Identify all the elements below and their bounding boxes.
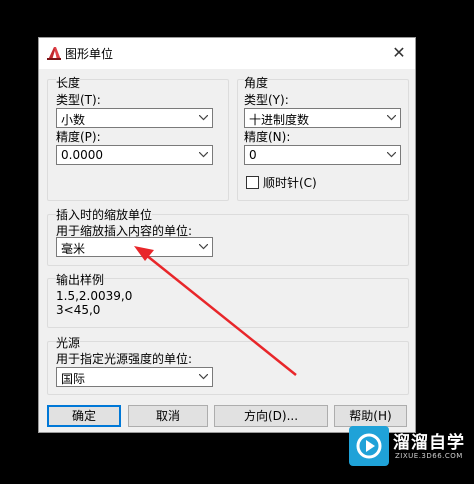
watermark-logo-icon <box>349 426 389 466</box>
watermark-name: 溜溜自学 <box>393 433 465 453</box>
annotation-arrow <box>134 246 297 376</box>
watermark-url: ZIXUE.3D66.COM <box>395 452 463 460</box>
watermark: 溜溜自学 ZIXUE.3D66.COM <box>349 416 471 480</box>
